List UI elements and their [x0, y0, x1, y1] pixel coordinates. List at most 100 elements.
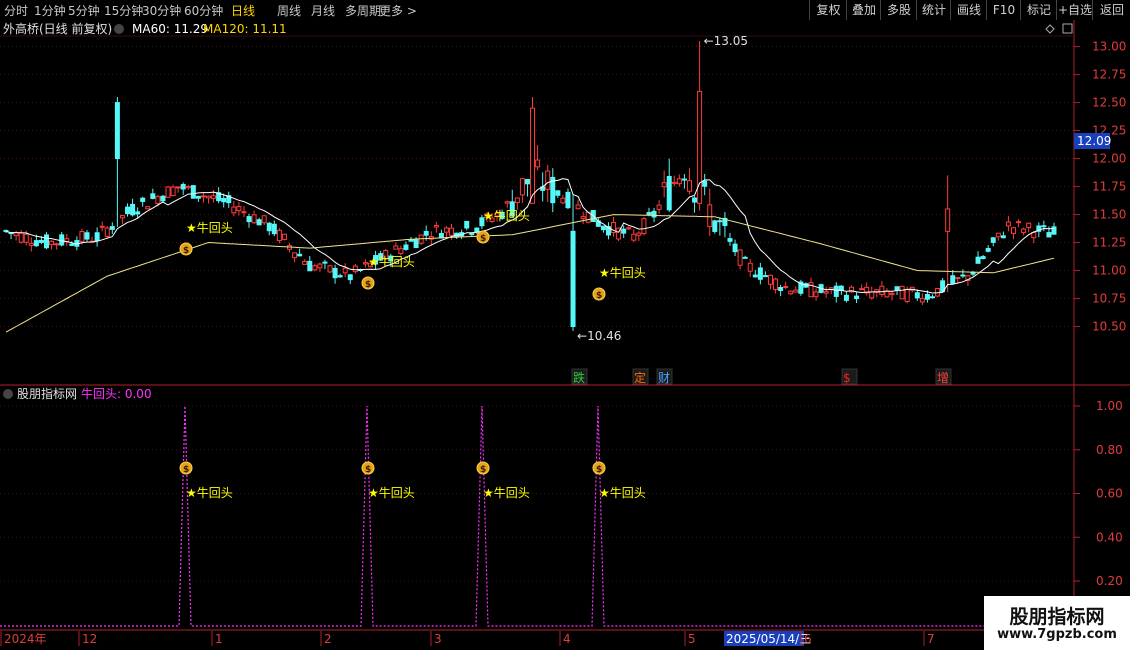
candle-body [79, 230, 85, 242]
candle-body [281, 233, 287, 240]
candle-body [524, 179, 530, 185]
candle-body [362, 262, 368, 265]
candle-body [297, 253, 303, 257]
collapse-icon[interactable] [114, 24, 124, 34]
date-cursor-label: 2025/05/14/三 [726, 632, 811, 646]
candle-body [231, 206, 237, 214]
current-price-value: 12.09 [1077, 134, 1111, 148]
candle-body [256, 219, 262, 226]
price-tick-label: 11.25 [1092, 236, 1126, 250]
candle-body [94, 232, 100, 242]
candle-body [170, 186, 176, 197]
candle-body [423, 230, 429, 236]
candle-body [307, 260, 313, 272]
candle-body [681, 178, 687, 181]
candle-body [626, 227, 632, 230]
candle-body [125, 206, 131, 215]
candle-body [752, 274, 758, 278]
date-label: 12 [82, 632, 97, 646]
candle-body [545, 170, 551, 190]
signal-label-indicator: ★牛回头 [483, 485, 530, 500]
candle-body [59, 234, 65, 246]
candle-body [352, 265, 358, 273]
chart-canvas[interactable]: 10.5010.7511.0011.2511.5011.7512.0012.25… [0, 0, 1130, 650]
candle-body [276, 229, 282, 242]
candle-body [443, 227, 449, 233]
candle-body [266, 222, 272, 232]
date-label: 2 [324, 632, 332, 646]
event-marker-label: 定 [634, 370, 646, 385]
candle-body [180, 183, 186, 190]
watermark-box: 股朋指标网 www.7gpzb.com [984, 596, 1130, 650]
candle-body [879, 285, 885, 295]
candle-body [185, 186, 191, 189]
candle-body [519, 178, 525, 196]
price-tick-label: 11.00 [1092, 264, 1126, 278]
date-label: 5 [688, 632, 696, 646]
candle-body [560, 197, 566, 204]
money-bag-glyph: $ [365, 280, 371, 290]
candle-body [332, 267, 338, 279]
candle-body [175, 186, 181, 189]
indicator-collapse-icon[interactable] [3, 389, 13, 399]
candle-body [773, 278, 779, 291]
candle-body [1051, 226, 1057, 235]
candle-body [631, 233, 637, 241]
candle-body [737, 249, 743, 266]
ma60-label: MA60: 11.29 [132, 22, 208, 36]
price-tick-label: 12.00 [1092, 152, 1126, 166]
money-bag-glyph: $ [183, 246, 189, 256]
signal-label-indicator: ★牛回头 [599, 485, 646, 500]
candle-body [403, 244, 409, 250]
candle-body [575, 204, 581, 210]
price-tick-label: 10.75 [1092, 292, 1126, 306]
signal-label-main: ★牛回头 [483, 208, 530, 223]
candle-body [712, 220, 718, 232]
candle-body [69, 243, 75, 246]
candle-body [869, 291, 875, 299]
price-tick-label: 12.50 [1092, 96, 1126, 110]
candle-body [1046, 232, 1052, 238]
candle-body [342, 267, 348, 274]
price-tick-label: 11.50 [1092, 208, 1126, 222]
indicator-tick-label: 0.80 [1096, 443, 1123, 457]
candle-body [894, 286, 900, 291]
candle-body [899, 285, 905, 300]
date-label: 3 [434, 632, 442, 646]
candle-body [793, 289, 799, 293]
candle-body [140, 197, 146, 202]
candle-body [646, 212, 652, 216]
price-tick-label: 10.50 [1092, 320, 1126, 334]
candle-body [38, 239, 44, 243]
signal-label-indicator: ★牛回头 [186, 485, 233, 500]
candle-body [251, 214, 257, 224]
candle-body [49, 240, 55, 246]
candle-body [666, 175, 672, 211]
candle-body [327, 265, 333, 273]
indicator-value-label: 牛回头: 0.00 [81, 386, 152, 401]
candle-body [600, 225, 606, 231]
candle-body [211, 195, 217, 199]
candle-body [13, 232, 19, 237]
event-marker-label: 跌 [573, 370, 585, 385]
candle-body [955, 277, 961, 280]
candle-body [747, 262, 753, 272]
candle-body [859, 288, 865, 291]
date-label: 1 [215, 632, 223, 646]
candle-body [945, 208, 951, 232]
candle-body [854, 295, 860, 300]
candle-body [1016, 221, 1022, 224]
candle-body [195, 195, 201, 199]
candle-body [570, 230, 576, 328]
candle-body [1026, 222, 1032, 229]
candle-body [975, 256, 981, 264]
candle-body [671, 181, 677, 185]
candle-body [565, 191, 571, 209]
candle-body [322, 261, 328, 264]
candle-body [54, 243, 60, 246]
candle-body [155, 196, 161, 205]
signal-label-main: ★牛回头 [186, 220, 233, 235]
candle-body [762, 275, 768, 278]
candle-body [413, 239, 419, 249]
candle-body [464, 220, 470, 229]
